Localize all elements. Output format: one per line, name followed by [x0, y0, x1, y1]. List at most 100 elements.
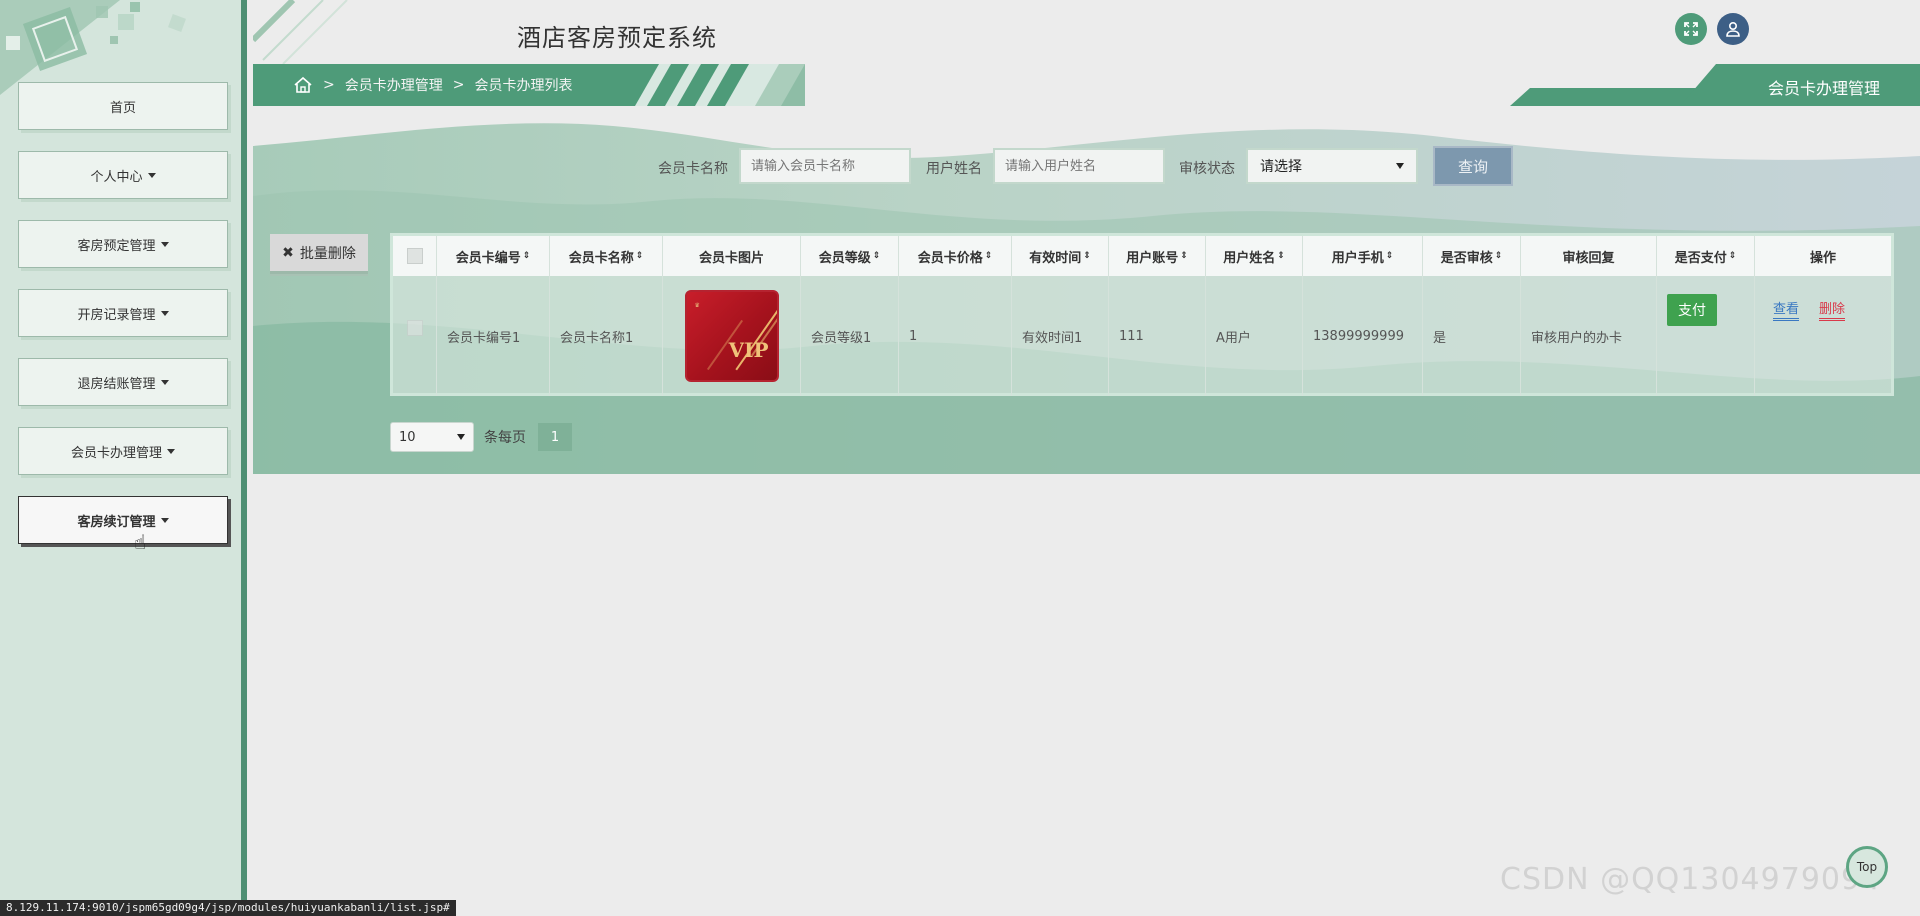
th-card-image: 会员卡图片: [663, 236, 801, 276]
th-label: 操作: [1809, 250, 1836, 266]
sidebar-item-membership-card[interactable]: 会员卡办理管理: [13, 427, 228, 482]
audit-status-value: 请选择: [1260, 159, 1302, 175]
user-name-label: 用户姓名: [926, 161, 982, 177]
card-name-label: 会员卡名称: [658, 161, 728, 177]
sidebar-item-checkin-records[interactable]: 开房记录管理: [13, 289, 228, 344]
th-audited[interactable]: 是否审核 ⇕: [1423, 236, 1521, 276]
th-card-no[interactable]: 会员卡编号 ⇕: [437, 236, 550, 276]
select-all-cell: [393, 236, 437, 276]
page-size-value: 10: [399, 429, 416, 445]
breadcrumb-separator: >: [323, 77, 335, 93]
table-header: 会员卡编号 ⇕ 会员卡名称 ⇕ 会员卡图片 会员等级 ⇕ 会员卡价格 ⇕ 有效时间 ⇕ 用…: [393, 236, 1891, 276]
caret-down-icon: [167, 448, 175, 454]
th-label: 会员卡图片: [698, 250, 764, 266]
per-page-label: 条每页: [484, 430, 526, 446]
th-account[interactable]: 用户账号 ⇕: [1109, 236, 1206, 276]
vip-card-text: VIP: [728, 338, 769, 362]
status-bar-url: 8.129.11.174:9010/jspm65gd09g4/jsp/modul…: [0, 900, 456, 916]
sidebar-item-home[interactable]: 首页: [13, 82, 228, 137]
breadcrumb-separator: >: [452, 77, 465, 93]
th-phone[interactable]: 用户手机 ⇕: [1303, 236, 1423, 276]
sort-icon: ⇕: [1083, 251, 1091, 261]
sort-icon: ⇕: [1277, 251, 1285, 261]
view-link[interactable]: 查看: [1773, 298, 1800, 321]
sidebar-item-checkout[interactable]: 退房结账管理: [13, 358, 228, 413]
th-label: 审核回复: [1562, 250, 1615, 266]
app-title: 酒店客房预定系统: [517, 24, 717, 52]
cell-audited: 是: [1423, 276, 1521, 396]
sort-icon: ⇕: [1180, 251, 1188, 261]
cell-valid-time: 有效时间1: [1012, 276, 1109, 396]
cell-paid: 支付: [1657, 276, 1755, 396]
close-icon: ✖: [282, 244, 294, 261]
select-all-checkbox[interactable]: [406, 248, 423, 264]
caret-down-icon: [147, 172, 156, 178]
back-to-top-button[interactable]: Top: [1846, 846, 1888, 888]
chevron-down-icon: [1396, 163, 1404, 169]
row-select-cell: [393, 276, 437, 396]
user-button[interactable]: [1717, 13, 1749, 45]
user-name-input[interactable]: [993, 148, 1165, 184]
sort-icon: ⇕: [984, 251, 993, 261]
sidebar-item-label: 客房续订管理: [77, 514, 156, 530]
th-label: 用户姓名: [1223, 250, 1276, 266]
th-price[interactable]: 会员卡价格 ⇕: [899, 236, 1012, 276]
page-title-band: 会员卡办理管理: [1510, 64, 1920, 106]
query-button[interactable]: 查询: [1433, 146, 1513, 186]
sort-icon: ⇕: [522, 251, 531, 261]
vip-card-image[interactable]: ♛ VIP: [684, 290, 779, 382]
batch-delete-button[interactable]: ✖ 批量删除: [270, 234, 368, 274]
th-label: 会员卡价格: [917, 250, 983, 266]
page-number-button[interactable]: 1: [538, 423, 572, 451]
delete-link[interactable]: 删除: [1819, 298, 1846, 321]
breadcrumb-level1[interactable]: 会员卡办理管理: [345, 75, 443, 95]
caret-down-icon: [160, 517, 169, 523]
sidebar-item-label: 开房记录管理: [77, 307, 156, 323]
table-row: 会员卡编号1 会员卡名称1 ♛ VIP 会员等级1 1 有效时间1 111 A用…: [393, 276, 1891, 396]
fullscreen-button[interactable]: [1675, 13, 1707, 45]
cell-price: 1: [899, 276, 1012, 396]
th-card-name[interactable]: 会员卡名称 ⇕: [550, 236, 663, 276]
audit-status-select[interactable]: 请选择: [1246, 148, 1418, 184]
data-table: 会员卡编号 ⇕ 会员卡名称 ⇕ 会员卡图片 会员等级 ⇕ 会员卡价格 ⇕ 有效时间 ⇕ 用…: [390, 233, 1894, 396]
th-label: 用户账号: [1126, 250, 1179, 266]
th-label: 是否支付: [1674, 250, 1727, 266]
sidebar: 首页 个人中心 客房预定管理 开房记录管理 退房结账管理 会员卡办理管理 客房续…: [0, 0, 247, 916]
pay-button[interactable]: 支付: [1667, 294, 1717, 326]
sidebar-item-label: 个人中心: [90, 169, 143, 185]
sidebar-item-room-booking[interactable]: 客房预定管理: [13, 220, 228, 275]
th-user-name[interactable]: 用户姓名 ⇕: [1206, 236, 1303, 276]
sort-icon: ⇕: [1494, 251, 1503, 261]
sidebar-item-label: 客房预定管理: [77, 238, 156, 254]
th-label: 有效时间: [1029, 250, 1082, 266]
sidebar-item-label: 会员卡办理管理: [70, 445, 162, 461]
cell-card-name: 会员卡名称1: [550, 276, 663, 396]
home-icon[interactable]: [293, 76, 313, 94]
th-paid[interactable]: 是否支付 ⇕: [1657, 236, 1755, 276]
cell-user-name: A用户: [1206, 276, 1303, 396]
sidebar-item-room-renewal[interactable]: 客房续订管理: [13, 496, 228, 551]
cell-level: 会员等级1: [801, 276, 899, 396]
page-title: 会员卡办理管理: [1767, 79, 1880, 98]
sidebar-item-label: 退房结账管理: [77, 376, 156, 392]
cell-phone: 13899999999: [1303, 276, 1423, 396]
page-size-select[interactable]: 10: [390, 422, 474, 452]
header: 酒店客房预定系统: [253, 0, 1920, 64]
caret-down-icon: [160, 379, 169, 385]
th-label: 会员卡编号: [455, 250, 521, 266]
expand-icon: [1684, 22, 1698, 36]
th-level[interactable]: 会员等级 ⇕: [801, 236, 899, 276]
th-label: 会员卡名称: [568, 250, 634, 266]
vip-card-brand-mark: ♛: [694, 302, 700, 309]
card-name-input[interactable]: [739, 148, 911, 184]
cell-actions: 查看 删除: [1755, 276, 1891, 396]
cell-card-no: 会员卡编号1: [437, 276, 550, 396]
caret-down-icon: [160, 241, 169, 247]
sort-icon: ⇕: [1728, 251, 1737, 261]
th-valid-time[interactable]: 有效时间 ⇕: [1012, 236, 1109, 276]
search-row: 会员卡名称 用户姓名 审核状态 请选择 查询: [253, 146, 1920, 186]
th-label: 用户手机: [1331, 250, 1384, 266]
pagination: 10 条每页 1: [390, 422, 572, 452]
row-checkbox[interactable]: [407, 320, 423, 336]
sidebar-item-personal-center[interactable]: 个人中心: [13, 151, 228, 206]
